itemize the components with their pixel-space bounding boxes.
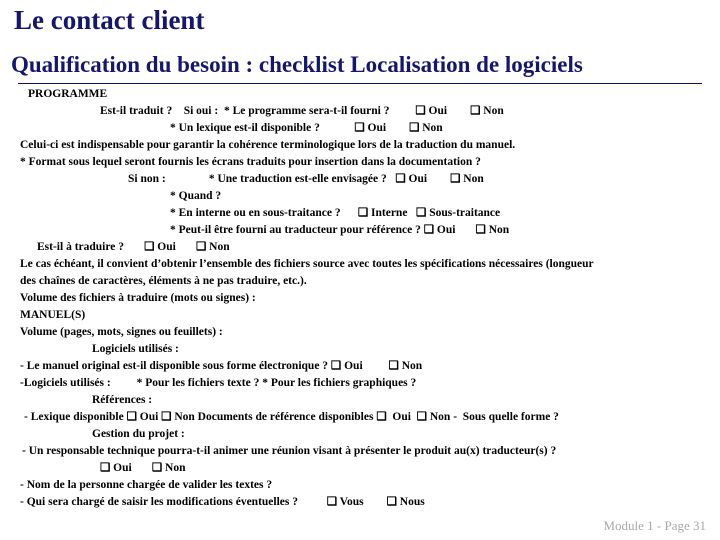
page-subtitle: Qualification du besoin : checklist Loca…: [11, 52, 583, 77]
checklist-line: Références :: [92, 394, 153, 406]
slide-canvas: Le contact client Qualification du besoi…: [0, 0, 720, 540]
checklist-line: des chaînes de caractères, éléments à ne…: [20, 275, 307, 287]
checklist-line: Si non : * Une traduction est-elle envis…: [128, 173, 484, 185]
checklist-line: - Nom de la personne chargée de valider …: [20, 479, 273, 491]
checklist-line: Celui-ci est indispensable pour garantir…: [20, 139, 516, 151]
slide-footer: Module 1 - Page 31: [603, 518, 706, 533]
checklist-line: * Quand ?: [170, 190, 222, 202]
checklist-line: Est-il à traduire ? ❑ Oui ❑ Non: [37, 241, 230, 253]
checklist-line: * En interne ou en sous-traitance ? ❑ In…: [170, 207, 501, 219]
checklist-line: Est-il traduit ? Si oui : * Le programme…: [100, 105, 504, 117]
checklist-body: PROGRAMME Est-il traduit ? Si oui : * Le …: [0, 86, 720, 511]
checklist-line: - Le manuel original est-il disponible s…: [20, 360, 423, 372]
checklist-line: * Peut-il être fourni au traducteur pour…: [170, 224, 510, 236]
checklist-line: ❑ Oui ❑ Non: [100, 462, 186, 474]
checklist-line: PROGRAMME: [28, 88, 108, 100]
checklist-line: Logiciels utilisés :: [92, 343, 179, 355]
checklist-line: - Qui sera chargé de saisir les modifica…: [20, 496, 425, 508]
checklist-line: - Lexique disponible ❑ Oui ❑ Non Documen…: [24, 411, 559, 423]
checklist-line: Gestion du projet :: [92, 428, 185, 440]
checklist-line: * Un lexique est-il disponible ? ❑ Oui ❑…: [170, 122, 443, 134]
checklist-line: MANUEL(S): [20, 309, 86, 321]
checklist-line: - Un responsable technique pourra-t-il a…: [22, 445, 557, 457]
checklist-line: Volume des fichiers à traduire (mots ou …: [20, 292, 256, 304]
checklist-line: * Format sous lequel seront fournis les …: [20, 156, 481, 168]
checklist-line: Le cas échéant, il convient d’obtenir l’…: [20, 258, 594, 270]
title-divider: [18, 83, 702, 84]
checklist-line: -Logiciels utilisés : * Pour les fichier…: [20, 377, 417, 389]
checklist-line: Volume (pages, mots, signes ou feuillets…: [20, 326, 223, 338]
page-title: Le contact client: [14, 5, 205, 35]
